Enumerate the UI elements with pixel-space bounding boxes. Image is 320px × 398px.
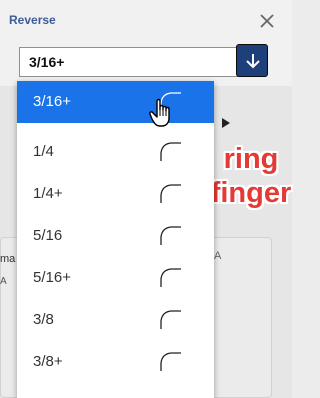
ring-finger-callout: ring finger (210, 142, 292, 210)
background-card-text: ma (0, 253, 16, 265)
hand-cursor-icon (149, 98, 170, 127)
close-icon (260, 14, 274, 28)
curve-profile-icon (160, 226, 181, 245)
curve-profile-icon (160, 142, 181, 161)
dropdown-option[interactable]: 3/8 (17, 299, 214, 341)
curve-profile-icon (160, 310, 181, 329)
callout-line: ring (223, 143, 279, 175)
option-label: 5/16+ (33, 269, 71, 286)
play-marker-icon (222, 118, 230, 128)
dropdown-option[interactable]: 1/4+ (17, 173, 214, 215)
curve-profile-icon (160, 184, 181, 203)
option-label: 1/4 (33, 143, 54, 160)
panel-title: Reverse (9, 13, 56, 27)
dropdown-option[interactable]: 5/16 (17, 215, 214, 257)
option-label: 3/8 (33, 311, 54, 328)
dropdown-option[interactable]: 3/8+ (17, 341, 214, 383)
option-label: 5/16 (33, 227, 63, 244)
dropdown-option[interactable]: 5/16+ (17, 257, 214, 299)
curve-profile-icon (160, 268, 181, 287)
option-label: 1/4+ (33, 185, 63, 202)
curve-profile-icon (160, 352, 181, 371)
size-select[interactable]: 3/16+ (19, 47, 266, 77)
close-button[interactable] (256, 10, 278, 32)
option-label: 3/8+ (33, 353, 63, 370)
reverse-panel: Reverse 3/16+ (0, 0, 292, 86)
background-glyph: A (214, 250, 222, 262)
select-value: 3/16+ (29, 54, 65, 70)
callout-line: finger (210, 177, 292, 209)
dropdown-option[interactable]: 3/16+ (17, 81, 214, 123)
dropdown-option[interactable]: 1/4 (17, 131, 214, 173)
arrow-down-icon (246, 54, 260, 69)
size-dropdown-list: 3/16+ 1/4 1/4+ 5/16 5/16+ 3/8 3/8+ (17, 81, 214, 398)
background-glyph: A (0, 276, 7, 287)
option-label: 3/16+ (33, 93, 71, 110)
dropdown-toggle-button[interactable] (236, 44, 268, 77)
